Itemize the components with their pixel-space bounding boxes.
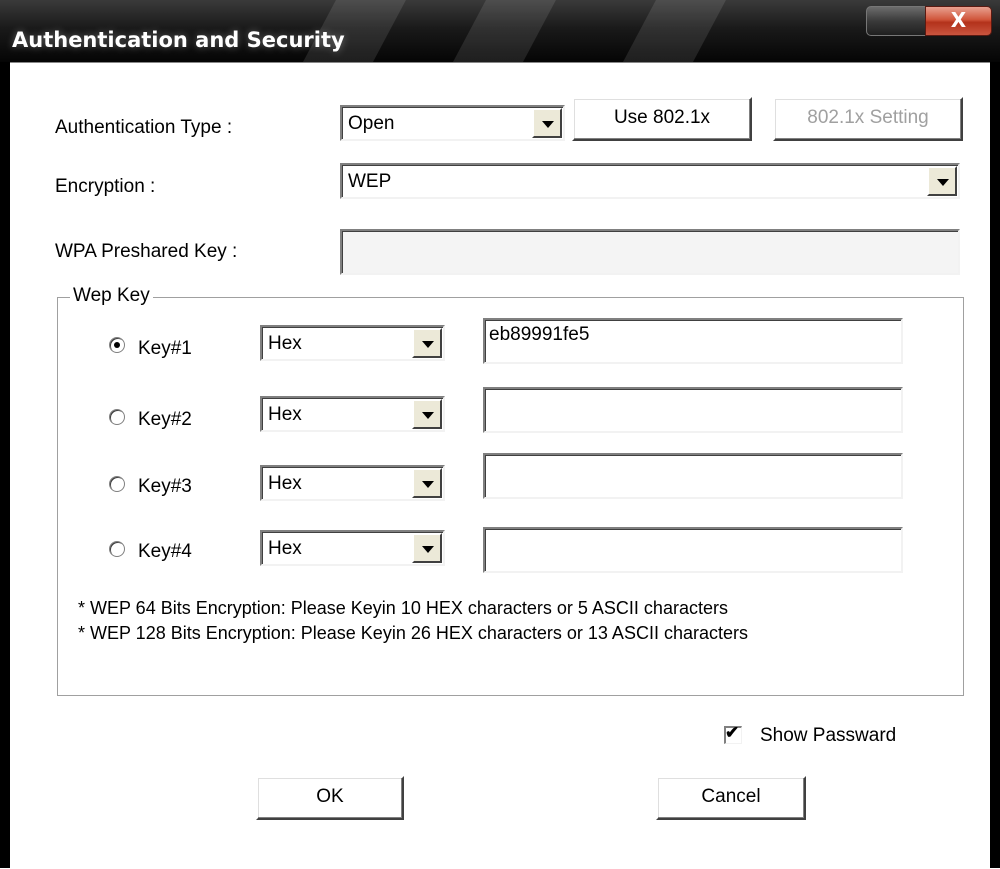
chevron-down-icon[interactable] <box>412 468 442 498</box>
show-password-label: Show Passward <box>760 725 897 746</box>
chevron-down-icon[interactable] <box>412 399 442 429</box>
show-password-checkbox[interactable]: ✔ <box>724 723 742 744</box>
key4-format-value: Hex <box>268 538 302 559</box>
key1-format-select[interactable]: Hex <box>260 325 445 361</box>
checkmark-icon: ✔ <box>725 723 740 742</box>
key2-format-value: Hex <box>268 404 302 425</box>
wep-64-note: * WEP 64 Bits Encryption: Please Keyin 1… <box>78 598 728 618</box>
cancel-button[interactable]: Cancel <box>656 776 806 820</box>
minimize-button[interactable] <box>866 6 926 36</box>
wep-key-group-title: Wep Key <box>70 285 153 307</box>
chevron-down-icon[interactable] <box>532 108 562 138</box>
key1-value: eb89991fe5 <box>489 324 590 345</box>
dialog-window: Authentication and Security X Authentica… <box>0 0 1000 869</box>
key4-radio[interactable] <box>109 541 125 557</box>
title-bar-glass <box>432 0 578 62</box>
use-8021x-button[interactable]: Use 802.1x <box>572 97 752 141</box>
key1-format-value: Hex <box>268 333 302 354</box>
key4-format-select[interactable]: Hex <box>260 530 445 566</box>
key2-format-select[interactable]: Hex <box>260 396 445 432</box>
key2-label: Key#2 <box>138 409 192 430</box>
auth-type-label: Authentication Type : <box>55 117 233 138</box>
dialog-client-area: Authentication Type : Open Use 802.1x 80… <box>10 62 990 869</box>
chevron-down-icon[interactable] <box>412 328 442 358</box>
auth-type-value: Open <box>348 113 395 134</box>
key2-input[interactable] <box>483 387 903 433</box>
encryption-select[interactable]: WEP <box>340 163 960 199</box>
key1-radio[interactable] <box>109 337 125 353</box>
key4-label: Key#4 <box>138 541 192 562</box>
close-icon: X <box>950 8 967 32</box>
key3-radio[interactable] <box>109 476 125 492</box>
key3-input[interactable] <box>483 453 903 499</box>
key2-radio[interactable] <box>109 409 125 425</box>
encryption-value: WEP <box>348 171 392 192</box>
key1-label: Key#1 <box>138 338 192 359</box>
key4-input[interactable] <box>483 527 903 573</box>
close-button[interactable]: X <box>925 6 992 36</box>
key3-label: Key#3 <box>138 476 192 497</box>
window-title: Authentication and Security <box>12 28 345 52</box>
key1-input[interactable]: eb89991fe5 <box>483 318 903 364</box>
key3-format-value: Hex <box>268 473 302 494</box>
wpa-key-label: WPA Preshared Key : <box>55 241 238 262</box>
wpa-key-input <box>340 229 960 275</box>
8021x-setting-button[interactable]: 802.1x Setting <box>773 97 963 141</box>
auth-type-select[interactable]: Open <box>340 105 565 141</box>
chevron-down-icon[interactable] <box>412 533 442 563</box>
chevron-down-icon[interactable] <box>927 166 957 196</box>
title-bar[interactable]: Authentication and Security X <box>0 0 1000 62</box>
key3-format-select[interactable]: Hex <box>260 465 445 501</box>
ok-button[interactable]: OK <box>256 776 404 820</box>
title-bar-glass <box>602 0 748 62</box>
wep-128-note: * WEP 128 Bits Encryption: Please Keyin … <box>78 623 748 643</box>
encryption-label: Encryption : <box>55 176 156 197</box>
